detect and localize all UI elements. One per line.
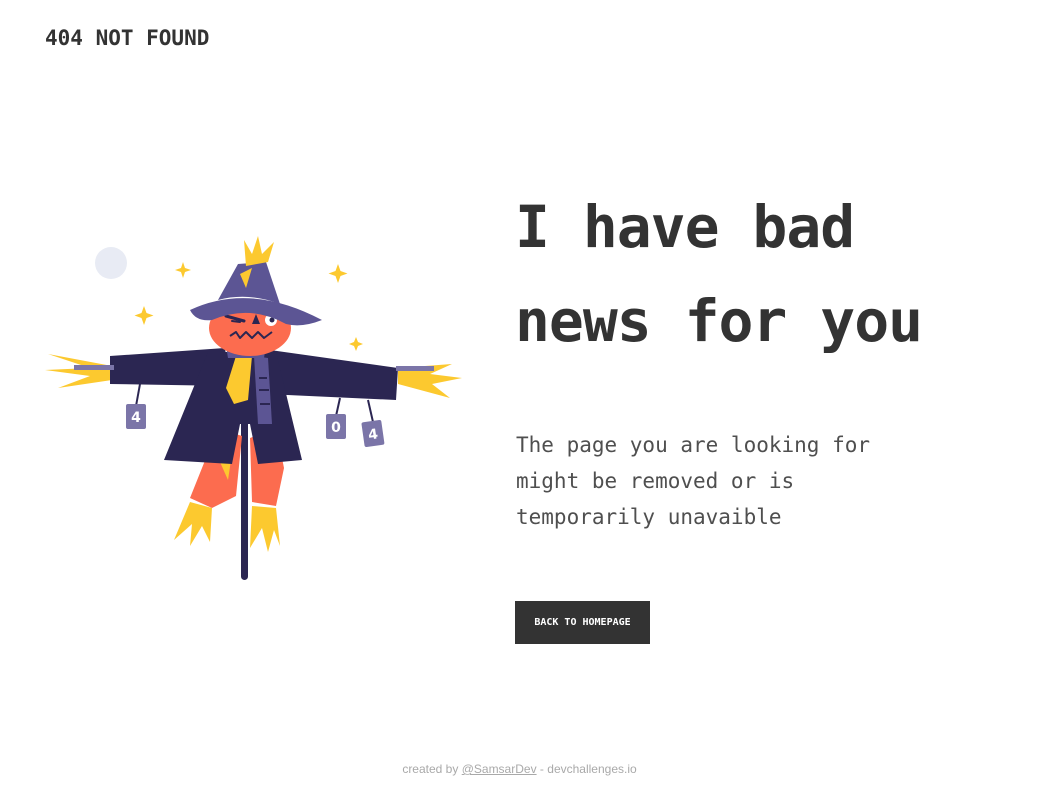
- moon-circle: [95, 247, 127, 279]
- back-to-homepage-button[interactable]: BACK TO HOMEPAGE: [515, 601, 650, 644]
- footer: created by @SamsarDev - devchallenges.io: [0, 762, 1039, 776]
- can-label-1: 4: [131, 410, 141, 426]
- headline: I have bad news for you: [515, 193, 923, 355]
- footer-author-link[interactable]: @SamsarDev: [462, 762, 537, 776]
- brand-title: 404 NOT FOUND: [45, 26, 210, 50]
- scarecrow-illustration: 4 0 4: [40, 228, 470, 588]
- footer-prefix: created by: [402, 762, 459, 776]
- can-1: 4: [126, 404, 146, 429]
- can-label-2: 0: [331, 420, 341, 436]
- can-3: 4: [361, 419, 385, 448]
- can-2: 0: [326, 414, 346, 439]
- error-message: The page you are looking for might be re…: [516, 433, 871, 529]
- footer-separator: -: [539, 762, 544, 776]
- footer-site: devchallenges.io: [547, 762, 637, 776]
